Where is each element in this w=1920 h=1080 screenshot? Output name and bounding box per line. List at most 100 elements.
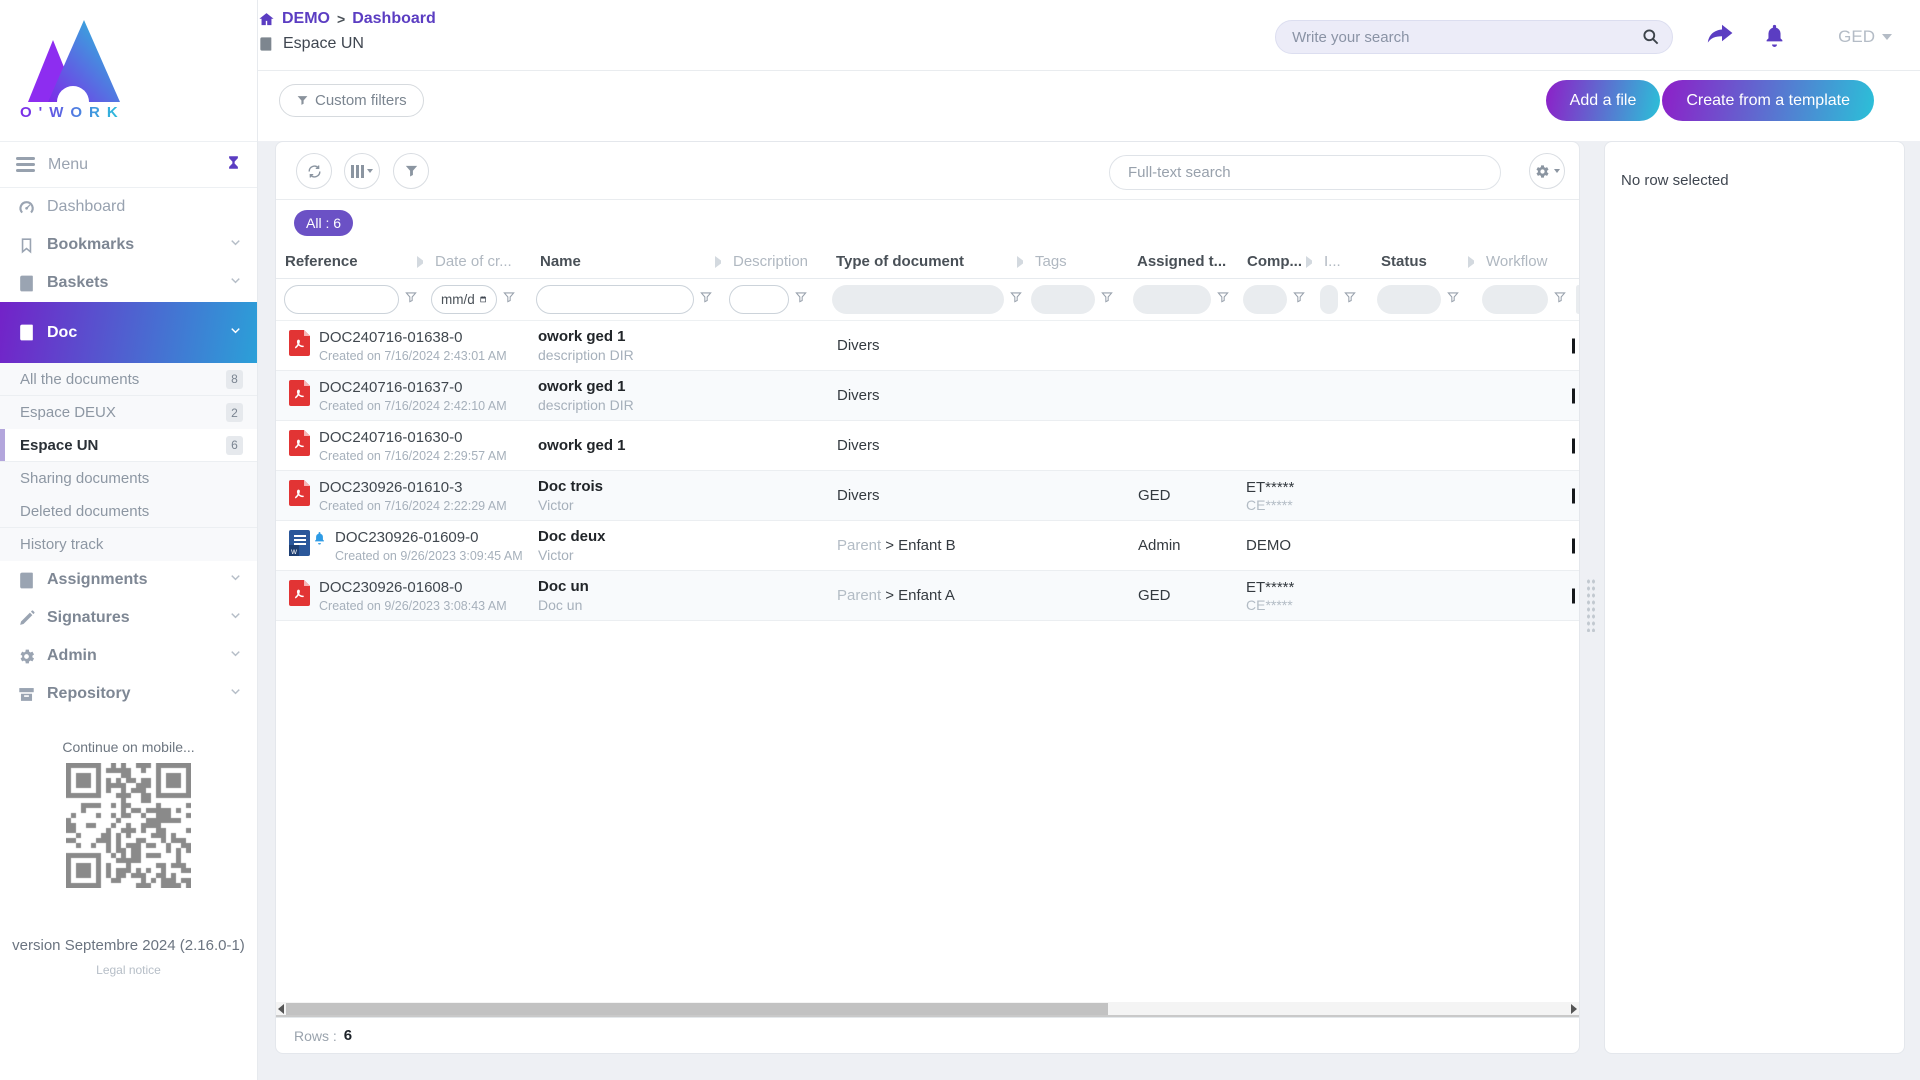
sidebar-item-assignments[interactable]: Assignments (0, 561, 257, 599)
custom-filters-label: Custom filters (315, 92, 407, 109)
funnel-icon[interactable] (699, 290, 713, 309)
sidebar-subitem-history-track[interactable]: History track (0, 528, 257, 561)
sidebar-subitem-all-the-documents[interactable]: All the documents8 (0, 363, 257, 396)
cell-workflow (1474, 321, 1568, 370)
book-icon (15, 273, 37, 293)
sidebar-subitem-espace-un[interactable]: Espace UN6 (0, 429, 257, 462)
table-row[interactable]: DOC240716-01638-0Created on 7/16/2024 2:… (276, 321, 1579, 371)
document-subname: Doc un (538, 597, 721, 613)
funnel-icon[interactable] (1100, 290, 1114, 309)
sidebar-item-doc[interactable]: Doc (0, 302, 257, 363)
funnel-icon[interactable] (502, 290, 516, 309)
cell-description (721, 421, 824, 470)
horizontal-scrollbar[interactable] (276, 1002, 1579, 1017)
sidebar-item-bookmarks[interactable]: Bookmarks (0, 226, 257, 264)
user-role-dropdown[interactable]: GED (1838, 27, 1892, 47)
document-subname: description DIR (538, 397, 721, 413)
cell-tags (1023, 421, 1125, 470)
funnel-icon[interactable] (1292, 290, 1306, 309)
legal-notice-link[interactable]: Legal notice (0, 963, 257, 977)
cell-i (1312, 421, 1369, 470)
global-search-input[interactable] (1275, 20, 1673, 54)
type-value: > Enfant A (885, 587, 955, 604)
document-name: Doc trois (538, 478, 721, 495)
table-settings-button[interactable] (1529, 153, 1565, 189)
add-file-button[interactable]: Add a file (1546, 80, 1661, 121)
column-filter-11 (1474, 285, 1568, 314)
column-header-10[interactable]: Status (1369, 253, 1474, 270)
columns-button[interactable] (344, 153, 380, 189)
table-row[interactable]: DOC240716-01637-0Created on 7/16/2024 2:… (276, 371, 1579, 421)
filter-input[interactable] (284, 285, 399, 314)
cell-reference: DOC240716-01638-0Created on 7/16/2024 2:… (276, 321, 528, 370)
funnel-icon[interactable] (1343, 290, 1357, 309)
sidebar-item-dashboard[interactable]: Dashboard (0, 188, 257, 226)
sidebar-subitem-deleted-documents[interactable]: Deleted documents (0, 495, 257, 528)
notifications-bell-icon[interactable] (1763, 22, 1786, 52)
cell-type: Divers (824, 371, 1023, 420)
table-row[interactable]: DOC240716-01630-0Created on 7/16/2024 2:… (276, 421, 1579, 471)
funnel-icon[interactable] (1446, 290, 1460, 309)
disabled-filter-pill (1243, 285, 1287, 314)
cell-company (1235, 321, 1312, 370)
results-filter-chip[interactable]: All : 6 (294, 210, 353, 236)
sidebar-item-label: Bookmarks (47, 236, 228, 254)
share-icon[interactable] (1707, 24, 1733, 51)
home-icon[interactable] (258, 11, 275, 28)
table-row[interactable]: DOC230926-01608-0Created on 9/26/2023 3:… (276, 571, 1579, 621)
sidebar-item-admin[interactable]: Admin (0, 637, 257, 675)
breadcrumb-current[interactable]: Dashboard (352, 10, 436, 28)
column-header-8[interactable]: Comp... (1235, 253, 1312, 270)
search-icon[interactable] (1641, 27, 1660, 51)
document-created-date: Created on 9/26/2023 3:09:45 AM (335, 549, 523, 563)
cell-y (1568, 521, 1580, 570)
breadcrumb-root[interactable]: DEMO (282, 10, 330, 28)
sidebar-item-label: Assignments (47, 571, 228, 589)
cell-y (1568, 571, 1580, 620)
funnel-icon[interactable] (404, 290, 418, 309)
svg-text:w: w (290, 547, 297, 556)
funnel-icon[interactable] (1553, 290, 1567, 309)
fulltext-search-input[interactable] (1109, 155, 1501, 190)
refresh-icon (306, 163, 323, 180)
hamburger-icon[interactable] (16, 157, 35, 172)
table-row[interactable]: DOC230926-01610-3Created on 7/16/2024 2:… (276, 471, 1579, 521)
sidebar-item-baskets[interactable]: Baskets (0, 264, 257, 302)
create-from-template-button[interactable]: Create from a template (1662, 80, 1874, 121)
cell-name: owork ged 1 (528, 421, 721, 470)
column-header-9: I... (1312, 253, 1369, 270)
custom-filters-button[interactable]: Custom filters (279, 84, 424, 117)
no-row-selected-text: No row selected (1621, 172, 1888, 189)
funnel-icon[interactable] (1216, 290, 1230, 309)
sidebar-subitem-sharing-documents[interactable]: Sharing documents (0, 462, 257, 495)
table-row[interactable]: wDOC230926-01609-0Created on 9/26/2023 3… (276, 521, 1579, 571)
column-header-3[interactable]: Name (528, 253, 721, 270)
column-header-11: Workflow (1474, 253, 1568, 270)
cell-tags (1023, 321, 1125, 370)
refresh-button[interactable] (296, 153, 332, 189)
sidebar-item-signatures[interactable]: Signatures (0, 599, 257, 637)
sidebar-item-label: Doc (47, 324, 228, 342)
funnel-icon[interactable] (1009, 290, 1023, 309)
column-header-5[interactable]: Type of document (824, 253, 1023, 270)
bookmark-icon (15, 235, 37, 255)
funnel-icon[interactable] (794, 290, 808, 309)
filter-input[interactable] (536, 285, 694, 314)
document-created-date: Created on 7/16/2024 2:42:10 AM (319, 399, 507, 413)
scroll-right-arrow[interactable] (1571, 1004, 1577, 1014)
filter-input[interactable] (729, 285, 789, 314)
scrollbar-thumb[interactable] (286, 1003, 1108, 1015)
panel-resize-handle[interactable] (1586, 578, 1596, 632)
sidebar-item-repository[interactable]: Repository (0, 675, 257, 713)
cell-i (1312, 571, 1369, 620)
rows-label: Rows : (294, 1028, 337, 1044)
sidebar-menu-toggle[interactable]: Menu (0, 141, 257, 188)
filter-button[interactable] (393, 153, 429, 189)
pin-sidebar-icon[interactable] (226, 154, 241, 176)
column-header-1[interactable]: Reference (276, 253, 423, 270)
scroll-left-arrow[interactable] (278, 1004, 284, 1014)
sidebar-subitem-espace-deux[interactable]: Espace DEUX2 (0, 396, 257, 429)
cell-workflow (1474, 421, 1568, 470)
date-filter-input[interactable]: mm/d (431, 285, 497, 314)
sidebar-item-label: Repository (47, 685, 228, 703)
